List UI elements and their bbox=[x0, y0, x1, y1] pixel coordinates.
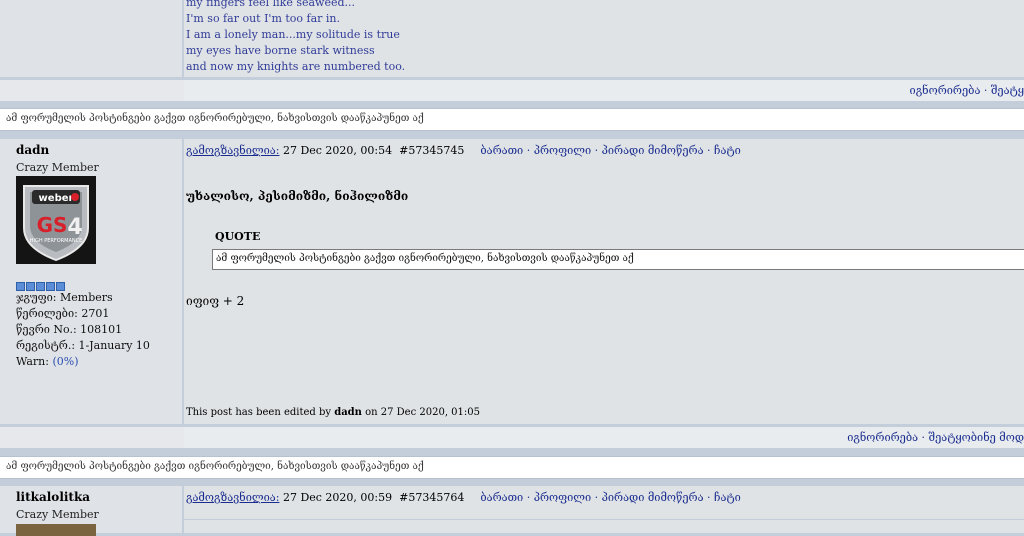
post-body: იფიფ + 2 bbox=[186, 294, 245, 308]
member-number: წევრი No.: 108101 bbox=[16, 323, 123, 336]
avatar: weber GS 4 HIGH PERFORMANCE bbox=[16, 176, 96, 264]
poem-line: and now my knights are numbered too. bbox=[186, 60, 406, 73]
prev-post-footer: იგნორირება · შეატყ bbox=[0, 79, 1024, 101]
weber-gs4-logo-icon: weber GS 4 HIGH PERFORMANCE bbox=[16, 176, 96, 264]
post-date: 27 Dec 2020, 00:54 bbox=[279, 144, 393, 157]
ignored-notice[interactable]: ამ ფორუმელის პოსტინგები გაქვთ იგნორირებუ… bbox=[0, 456, 1024, 479]
quote-box: ამ ფორუმელის პოსტინგები გაქვთ იგნორირებუ… bbox=[212, 249, 1024, 270]
post-header-links[interactable]: ბარათი · პროფილი · პირადი მიმოწერა · ჩატ… bbox=[480, 144, 740, 157]
ignored-notice-text[interactable]: ამ ფორუმელის პოსტინგები გაქვთ იგნორირებუ… bbox=[6, 113, 424, 124]
member-rank: Crazy Member bbox=[16, 508, 99, 521]
member-post-count: წერილები: 2701 bbox=[16, 307, 110, 320]
member-info: ჯგუფი: Members წერილები: 2701 წევრი No.:… bbox=[16, 290, 150, 370]
member-group: ჯგუფი: Members bbox=[16, 291, 113, 304]
ignored-notice-text[interactable]: ამ ფორუმელის პოსტინგები გაქვთ იგნორირებუ… bbox=[6, 461, 424, 472]
warn-label: Warn: bbox=[16, 355, 53, 368]
username[interactable]: litkalolitka bbox=[16, 490, 90, 504]
svg-text:4: 4 bbox=[67, 215, 82, 240]
post-header: გამოგზავნილია: 27 Dec 2020, 00:59 #57345… bbox=[186, 491, 741, 504]
edited-prefix: This post has been edited by bbox=[186, 407, 335, 418]
post-dadn: dadn Crazy Member weber GS 4 HIGH PERFOR… bbox=[0, 139, 1024, 424]
edited-suffix: on 27 Dec 2020, 01:05 bbox=[361, 407, 480, 418]
member-registered: რეგისტრ.: 1-January 10 bbox=[16, 339, 150, 352]
svg-text:GS: GS bbox=[37, 213, 68, 237]
sent-label[interactable]: გამოგზავნილია: bbox=[186, 491, 279, 504]
prev-post-content: my fingers feel like seaweed... I'm so f… bbox=[184, 0, 1024, 77]
post-header-links[interactable]: ბარათი · პროფილი · პირადი მიმოწერა · ჩატ… bbox=[480, 491, 740, 504]
edited-note: This post has been edited by dadn on 27 … bbox=[186, 407, 480, 418]
prev-post-body: my fingers feel like seaweed... I'm so f… bbox=[186, 0, 405, 75]
sent-label[interactable]: გამოგზავნილია: bbox=[186, 144, 279, 157]
prev-post-author-column bbox=[0, 0, 182, 77]
warn-value[interactable]: (0%) bbox=[52, 355, 78, 368]
header-divider bbox=[184, 519, 1024, 520]
edited-user: dadn bbox=[334, 407, 362, 418]
avatar bbox=[16, 524, 96, 536]
post-footer: იგნორირება · შეატყობინე მოდ bbox=[0, 426, 1024, 448]
post-footer-links[interactable]: იგნორირება · შეატყობინე მოდ bbox=[847, 431, 1024, 444]
post-header: გამოგზავნილია: 27 Dec 2020, 00:54 #57345… bbox=[186, 144, 741, 157]
prev-post: my fingers feel like seaweed... I'm so f… bbox=[0, 0, 1024, 77]
author-column: dadn Crazy Member weber GS 4 HIGH PERFOR… bbox=[0, 139, 182, 424]
svg-text:HIGH PERFORMANCE: HIGH PERFORMANCE bbox=[30, 238, 83, 244]
post-date: 27 Dec 2020, 00:59 bbox=[279, 491, 393, 504]
member-warn: Warn: (0%) bbox=[16, 354, 150, 370]
post-title: უხალისო, პესიმიზმი, ნიჰილიზმი bbox=[186, 189, 409, 203]
member-rank: Crazy Member bbox=[16, 161, 99, 174]
prev-post-footer-links[interactable]: იგნორირება · შეატყ bbox=[910, 84, 1024, 97]
poem-line: my eyes have borne stark witness bbox=[186, 44, 375, 57]
post-litkalolitka: litkalolitka Crazy Member გამოგზავნილია:… bbox=[0, 486, 1024, 536]
username[interactable]: dadn bbox=[16, 143, 49, 157]
svg-text:weber: weber bbox=[39, 193, 74, 204]
quote-text: ამ ფორუმელის პოსტინგები გაქვთ იგნორირებუ… bbox=[216, 253, 634, 264]
poem-line: my fingers feel like seaweed... bbox=[186, 0, 356, 9]
poem-line: I am a lonely man...my solitude is true bbox=[186, 28, 400, 41]
author-column: litkalolitka Crazy Member bbox=[0, 486, 182, 536]
ignored-notice[interactable]: ამ ფორუმელის პოსტინგები გაქვთ იგნორირებუ… bbox=[0, 108, 1024, 131]
post-id[interactable]: #57345764 bbox=[399, 491, 464, 504]
post-content bbox=[184, 139, 1024, 424]
post-id[interactable]: #57345745 bbox=[399, 144, 464, 157]
quote-label: QUOTE bbox=[215, 230, 261, 243]
poem-line: I'm so far out I'm too far in. bbox=[186, 12, 341, 25]
